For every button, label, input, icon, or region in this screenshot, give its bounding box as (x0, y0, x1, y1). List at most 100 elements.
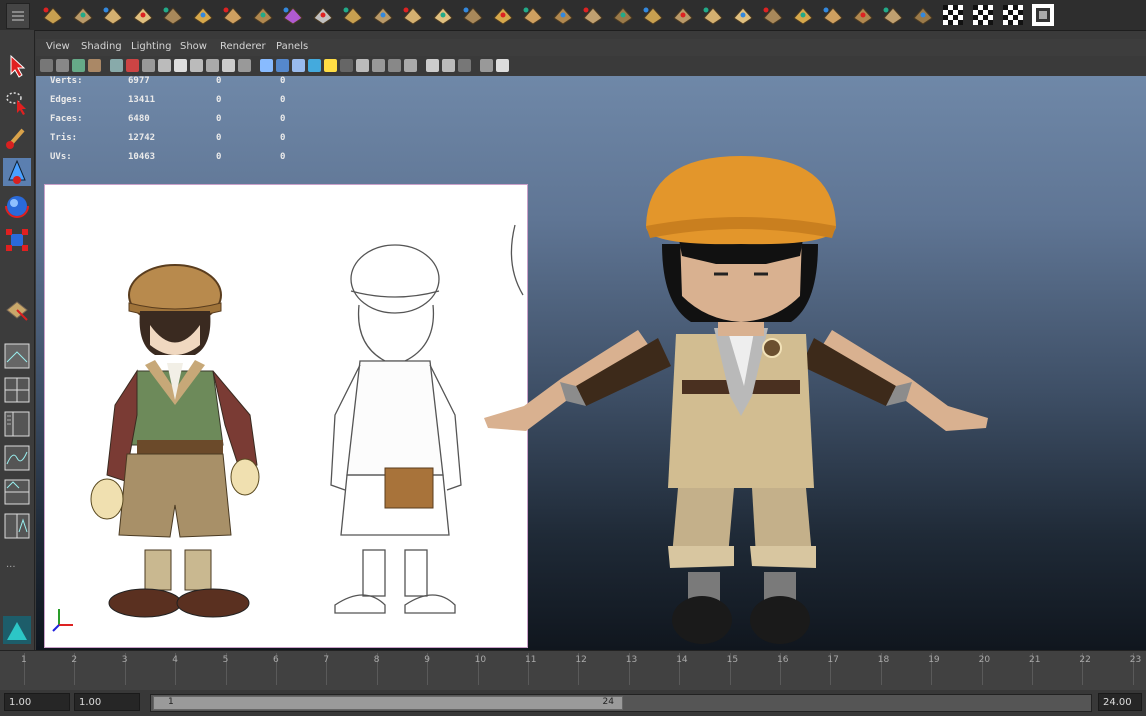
combine-icon[interactable] (340, 2, 366, 28)
four-pane-layout-icon[interactable] (3, 376, 31, 404)
menu-shading[interactable]: Shading (81, 41, 122, 52)
image-plane-icon[interactable] (88, 59, 101, 72)
smooth-shade-icon[interactable] (276, 59, 289, 72)
field-chart-icon[interactable] (206, 59, 219, 72)
character-3d-model[interactable]: persp (466, 96, 1026, 650)
range-start-label: 1 (168, 697, 174, 707)
uv-icon[interactable] (970, 2, 996, 28)
rotate-tool-icon[interactable] (3, 192, 31, 220)
toolbox: ··· (0, 30, 35, 650)
timeline-tick-label: 18 (877, 655, 890, 665)
uv-layout-icon[interactable] (3, 512, 31, 540)
shelf-tab-toggle[interactable] (6, 3, 30, 29)
shadows-icon[interactable] (340, 59, 353, 72)
single-pane-layout-icon[interactable] (3, 342, 31, 370)
film-gate-icon[interactable] (158, 59, 171, 72)
toolbox-more-icon[interactable]: ··· (6, 562, 16, 573)
scale-tool-icon[interactable] (3, 226, 31, 254)
slide-edge-icon[interactable] (700, 2, 726, 28)
select-tool-icon[interactable] (3, 52, 31, 80)
lights-icon[interactable] (324, 59, 337, 72)
checker-icon[interactable] (940, 2, 966, 28)
shelf (0, 0, 1146, 31)
motion-blur-icon[interactable] (372, 59, 385, 72)
grid-icon[interactable] (142, 59, 155, 72)
reference-image-plane[interactable] (44, 184, 528, 648)
pipe-icon[interactable] (250, 2, 276, 28)
xray-components-icon[interactable] (480, 59, 493, 72)
offset-loop-icon[interactable] (670, 2, 696, 28)
2d-pan-icon[interactable] (110, 59, 123, 72)
xray-joints-icon[interactable] (458, 59, 471, 72)
safe-title-icon[interactable] (238, 59, 251, 72)
graph-layout-icon[interactable] (3, 444, 31, 472)
perspective-viewport[interactable]: Verts: 6977 0 0 Edges: 13411 0 0 Faces: … (36, 76, 1146, 650)
end-time-field[interactable]: 24.00 (1098, 693, 1142, 711)
torus-icon[interactable] (190, 2, 216, 28)
hud-icon[interactable] (496, 59, 509, 72)
menu-renderer[interactable]: Renderer (220, 41, 266, 52)
render-layer-icon[interactable] (3, 616, 31, 644)
textured-icon[interactable] (308, 59, 321, 72)
playback-start-field[interactable]: 1.00 (74, 693, 140, 711)
sphere-icon[interactable] (40, 2, 66, 28)
separate-icon[interactable] (370, 2, 396, 28)
pyramid-icon[interactable] (220, 2, 246, 28)
split-icon[interactable] (610, 2, 636, 28)
bridge-icon[interactable] (550, 2, 576, 28)
safe-action-icon[interactable] (222, 59, 235, 72)
wireframe-on-shaded-icon[interactable] (292, 59, 305, 72)
poke-icon[interactable] (760, 2, 786, 28)
crease-icon[interactable] (910, 2, 936, 28)
depth-of-field-icon[interactable] (404, 59, 417, 72)
camera-select-icon[interactable] (40, 59, 53, 72)
menu-panels[interactable]: Panels (276, 41, 308, 52)
isolate-select-icon[interactable] (426, 59, 439, 72)
menu-lighting[interactable]: Lighting (131, 41, 171, 52)
mirror-icon[interactable] (490, 2, 516, 28)
merge-icon[interactable] (850, 2, 876, 28)
plane-icon[interactable] (160, 2, 186, 28)
boolean-icon[interactable] (460, 2, 486, 28)
wedge-icon[interactable] (790, 2, 816, 28)
time-slider[interactable]: 1 2 3 4 5 6 7 8 9 10 11 12 13 14 15 16 17 18 19 20 21 22 23 (0, 650, 1146, 691)
menu-show[interactable]: Show (180, 41, 207, 52)
grease-pencil-icon[interactable] (126, 59, 139, 72)
texture-icon[interactable] (1030, 2, 1056, 28)
last-tool-icon[interactable] (3, 296, 31, 324)
paint-select-tool-icon[interactable] (3, 124, 31, 152)
insert-loop-icon[interactable] (640, 2, 666, 28)
start-time-field[interactable]: 1.00 (4, 693, 70, 711)
menu-view[interactable]: View (46, 41, 70, 52)
hypershade-layout-icon[interactable] (3, 478, 31, 506)
xray-icon[interactable] (442, 59, 455, 72)
wireframe-icon[interactable] (260, 59, 273, 72)
extrude-icon[interactable] (520, 2, 546, 28)
bookmark-icon[interactable] (72, 59, 85, 72)
collapse-icon[interactable] (880, 2, 906, 28)
cube-icon[interactable] (70, 2, 96, 28)
bevel-icon[interactable] (820, 2, 846, 28)
range-slider-handle[interactable]: 1 24 (153, 696, 623, 710)
uv-layout-icon[interactable] (1000, 2, 1026, 28)
move-tool-icon[interactable] (3, 158, 31, 186)
range-slider[interactable]: 1 24 (150, 694, 1092, 712)
cone-icon[interactable] (130, 2, 156, 28)
timeline-tick-label: 9 (424, 655, 430, 665)
helix-icon[interactable] (280, 2, 306, 28)
timeline-tick-label: 21 (1029, 655, 1041, 665)
flip-icon[interactable] (730, 2, 756, 28)
timeline-tick-label: 13 (625, 655, 638, 665)
extract-icon[interactable] (400, 2, 426, 28)
lasso-tool-icon[interactable] (3, 88, 31, 116)
smooth-icon[interactable] (430, 2, 456, 28)
resolution-gate-icon[interactable] (174, 59, 187, 72)
soccer-ball-icon[interactable] (310, 2, 336, 28)
ambient-occlusion-icon[interactable] (356, 59, 369, 72)
cylinder-icon[interactable] (100, 2, 126, 28)
anti-alias-icon[interactable] (388, 59, 401, 72)
gate-mask-icon[interactable] (190, 59, 203, 72)
camera-attr-icon[interactable] (56, 59, 69, 72)
outliner-layout-icon[interactable] (3, 410, 31, 438)
append-icon[interactable] (580, 2, 606, 28)
